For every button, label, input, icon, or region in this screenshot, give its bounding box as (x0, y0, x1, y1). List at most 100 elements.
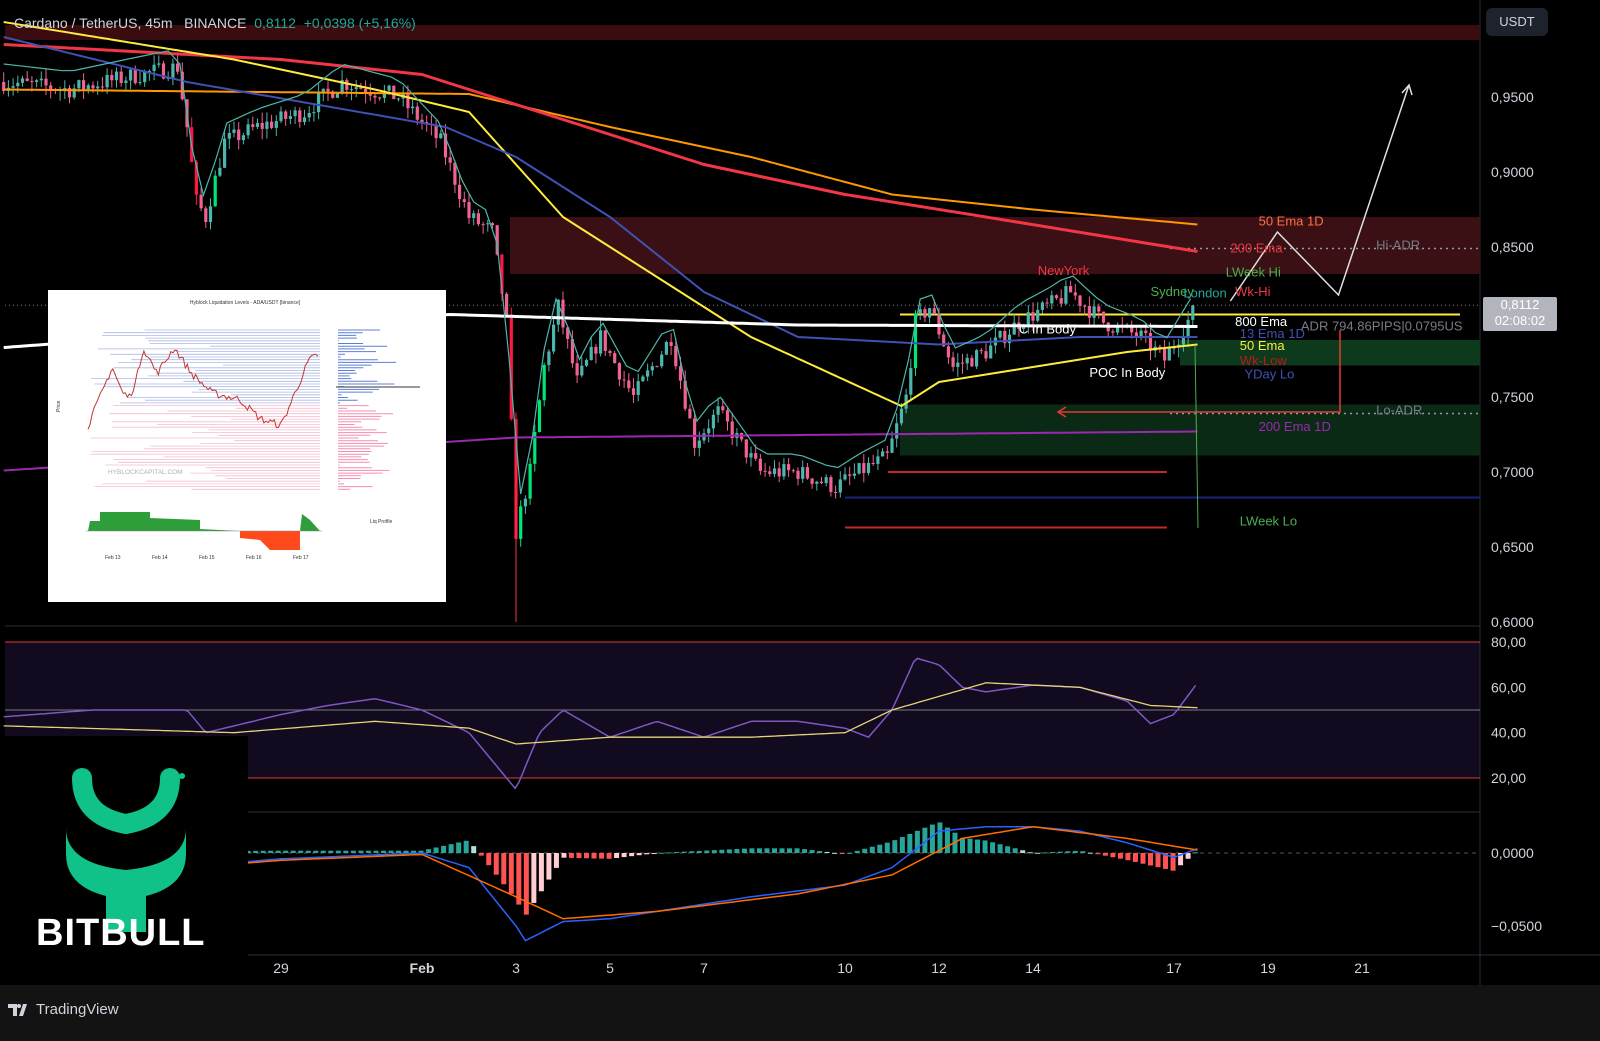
candle-body (91, 85, 95, 89)
chart-label: 200 Ema (1230, 241, 1283, 256)
time-tick-label: 7 (700, 960, 708, 976)
candle-body (636, 381, 640, 395)
bar-countdown: 02:08:02 (1494, 313, 1546, 328)
candle-body (838, 479, 842, 493)
candle-body (260, 122, 264, 129)
candle-body (110, 74, 114, 81)
price-tick-label: 0,9000 (1491, 164, 1534, 180)
candle-body (852, 473, 856, 476)
candle-body (204, 208, 208, 222)
candle-body (1181, 337, 1185, 345)
candle-body (1083, 305, 1087, 307)
candle-body (829, 477, 833, 492)
candle-body (317, 93, 321, 113)
chart-label: Lo-ADR (1376, 403, 1422, 418)
candle-body (25, 78, 29, 81)
candle-body (152, 64, 156, 71)
candle-body (815, 481, 819, 484)
chart-label: London (1183, 286, 1226, 301)
time-tick-label: 10 (837, 960, 853, 976)
price-tick-label: 0,7500 (1491, 389, 1534, 405)
candle-body (1087, 306, 1091, 318)
candle-body (213, 175, 217, 207)
macd-histogram-bar (275, 850, 281, 853)
candle-body (702, 433, 706, 441)
chart-label: POC In Body (1089, 365, 1165, 380)
candle-body (505, 293, 509, 315)
candle-body (843, 474, 847, 480)
liquidation-inset-image: Hyblock Liquidation Levels - ADA/USDT [b… (48, 290, 446, 602)
candle-body (481, 224, 485, 226)
macd-histogram-bar (862, 848, 868, 853)
candle-body (627, 380, 631, 389)
candle-body (251, 124, 255, 127)
macd-histogram-bar (990, 842, 996, 853)
candle-body (30, 80, 34, 82)
candle-body (697, 440, 701, 448)
macd-histogram-bar (636, 853, 642, 856)
macd-histogram-bar (1042, 852, 1048, 854)
candle-body (848, 474, 852, 476)
candle-body (100, 86, 104, 88)
candle (213, 170, 217, 207)
candle-body (448, 157, 452, 163)
candle-body (622, 379, 626, 381)
macd-histogram-bar (501, 853, 507, 885)
candle-body (871, 462, 875, 464)
candle-body (584, 360, 589, 366)
candle (528, 458, 532, 505)
macd-histogram-bar (794, 848, 800, 853)
candle-body (157, 63, 161, 65)
macd-histogram-bar (1057, 851, 1063, 853)
candle-body (227, 132, 231, 139)
candle-body (237, 129, 241, 141)
candle-body (542, 364, 546, 401)
candle-body (528, 463, 532, 499)
candle-body (458, 184, 462, 200)
macd-histogram-bar (313, 850, 319, 853)
candle-body (274, 121, 278, 128)
candle-body (589, 346, 593, 361)
tradingview-brand[interactable]: TradingView (8, 1001, 119, 1018)
macd-histogram-bar (253, 850, 259, 853)
macd-histogram-bar (787, 848, 793, 853)
symbol-title[interactable]: Cardano / TetherUS, 45m (14, 15, 173, 31)
currency-button[interactable]: USDT (1486, 8, 1548, 36)
inset-x-label: Feb 15 (199, 555, 215, 561)
candle-body (1186, 319, 1190, 338)
macd-histogram-bar (869, 846, 875, 853)
candle-body (899, 408, 903, 424)
candle-body (1092, 306, 1096, 318)
candle-body (975, 350, 979, 367)
inset-x-label: Feb 13 (105, 555, 121, 561)
candle-body (763, 470, 767, 472)
bitbull-logo-text: BITBULL (36, 912, 206, 954)
candle-body (655, 366, 659, 368)
candle-body (1078, 295, 1082, 306)
macd-histogram-bar (1050, 852, 1056, 854)
candle-body (1163, 347, 1167, 361)
candle-body (1101, 311, 1106, 323)
candle-body (11, 86, 15, 88)
candle-body (693, 418, 697, 448)
inset-x-label: Feb 17 (293, 555, 309, 561)
candle-body (646, 370, 650, 377)
macd-histogram-bar (1140, 853, 1146, 864)
candle-body (960, 362, 965, 364)
candle-body (288, 116, 292, 119)
price-tick-label: 0,6500 (1491, 539, 1534, 555)
macd-histogram-bar (824, 851, 830, 853)
exchange-label: BINANCE (184, 15, 247, 31)
macd-histogram-bar (907, 833, 913, 853)
candle-body (547, 351, 551, 365)
macd-histogram-bar (305, 850, 311, 853)
candle-body (312, 112, 316, 114)
macd-histogram-bar (892, 840, 898, 853)
last-price: 0,8112 (254, 15, 296, 31)
chart-label: LWeek Hi (1226, 265, 1281, 280)
macd-histogram-bar (1087, 852, 1093, 854)
macd-histogram-bar (1072, 850, 1078, 853)
price-tick-label: 0,9500 (1491, 89, 1534, 105)
time-tick-label: 3 (512, 960, 520, 976)
macd-histogram-bar (899, 837, 905, 853)
